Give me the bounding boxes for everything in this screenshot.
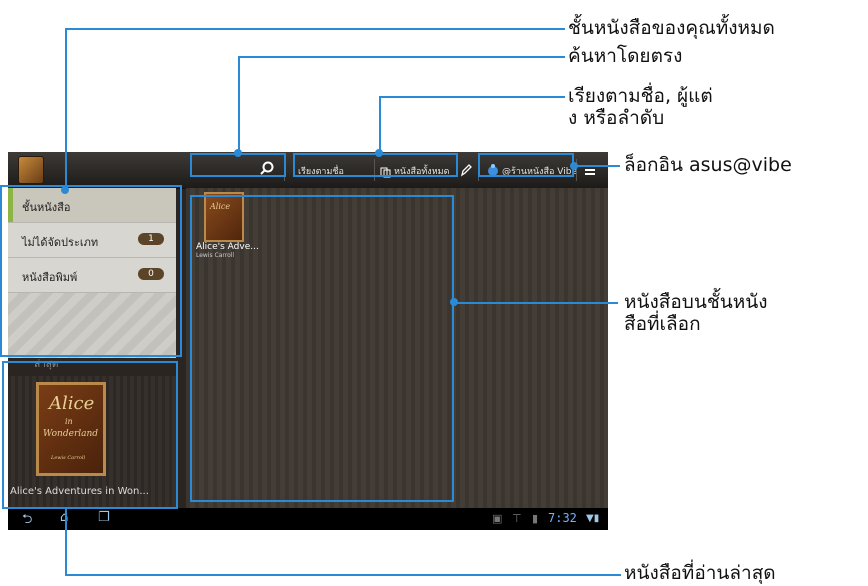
leader-line: [65, 574, 621, 576]
system-nav-bar: ⮌ ⌂ ❐ ▣ ⊤ ▮ 7:32 ▼▮: [8, 508, 608, 530]
callout-dot: [570, 162, 578, 170]
label-direct-search: ค้นหาโดยตรง: [568, 45, 683, 67]
leader-line: [238, 56, 240, 152]
callout-dot: [234, 149, 242, 157]
callout-dot: [61, 186, 69, 194]
leader-line: [574, 165, 620, 167]
leader-line: [65, 28, 565, 30]
label-all-books-shelf: ชั้นหนังสือของคุณทั้งหมด: [568, 17, 775, 39]
label-recent-book: หนังสือที่อ่านล่าสุด: [624, 562, 776, 584]
callout-box-shelf-books: [190, 195, 454, 502]
callout-box-login: [478, 153, 574, 177]
label-login: ล็อกอิน asus@vibe: [624, 154, 792, 176]
callout-box-shelf: [0, 185, 182, 357]
callout-dot: [450, 298, 458, 306]
callout-dot: [375, 149, 383, 157]
label-sort-line2: ง หรือลำดับ: [568, 107, 665, 129]
callout-box-sort: [293, 153, 458, 177]
leader-line: [65, 509, 67, 575]
callout-box-recent: [2, 361, 178, 509]
usb-icon: ⊤: [512, 512, 522, 525]
label-books-on-shelf-line2: สือที่เลือก: [624, 313, 701, 335]
leader-line: [65, 28, 67, 190]
leader-line: [454, 302, 618, 304]
back-icon[interactable]: ⮌: [22, 510, 32, 530]
clock: 7:32: [548, 511, 577, 525]
app-icon[interactable]: [18, 156, 44, 184]
wifi-battery-icon: ▼▮: [586, 513, 600, 524]
leader-line: [379, 96, 381, 152]
label-books-on-shelf-line1: หนังสือบนชั้นหนัง: [624, 291, 768, 313]
recent-apps-icon[interactable]: ❐: [98, 510, 110, 525]
leader-line: [379, 96, 565, 98]
edit-icon[interactable]: [460, 162, 472, 177]
leader-line: [238, 56, 565, 58]
sd-card-icon: ▮: [532, 512, 539, 525]
notification-icon: ▣: [492, 512, 503, 525]
label-sort-line1: เรียงตามชื่อ, ผู้แต่: [568, 85, 713, 107]
